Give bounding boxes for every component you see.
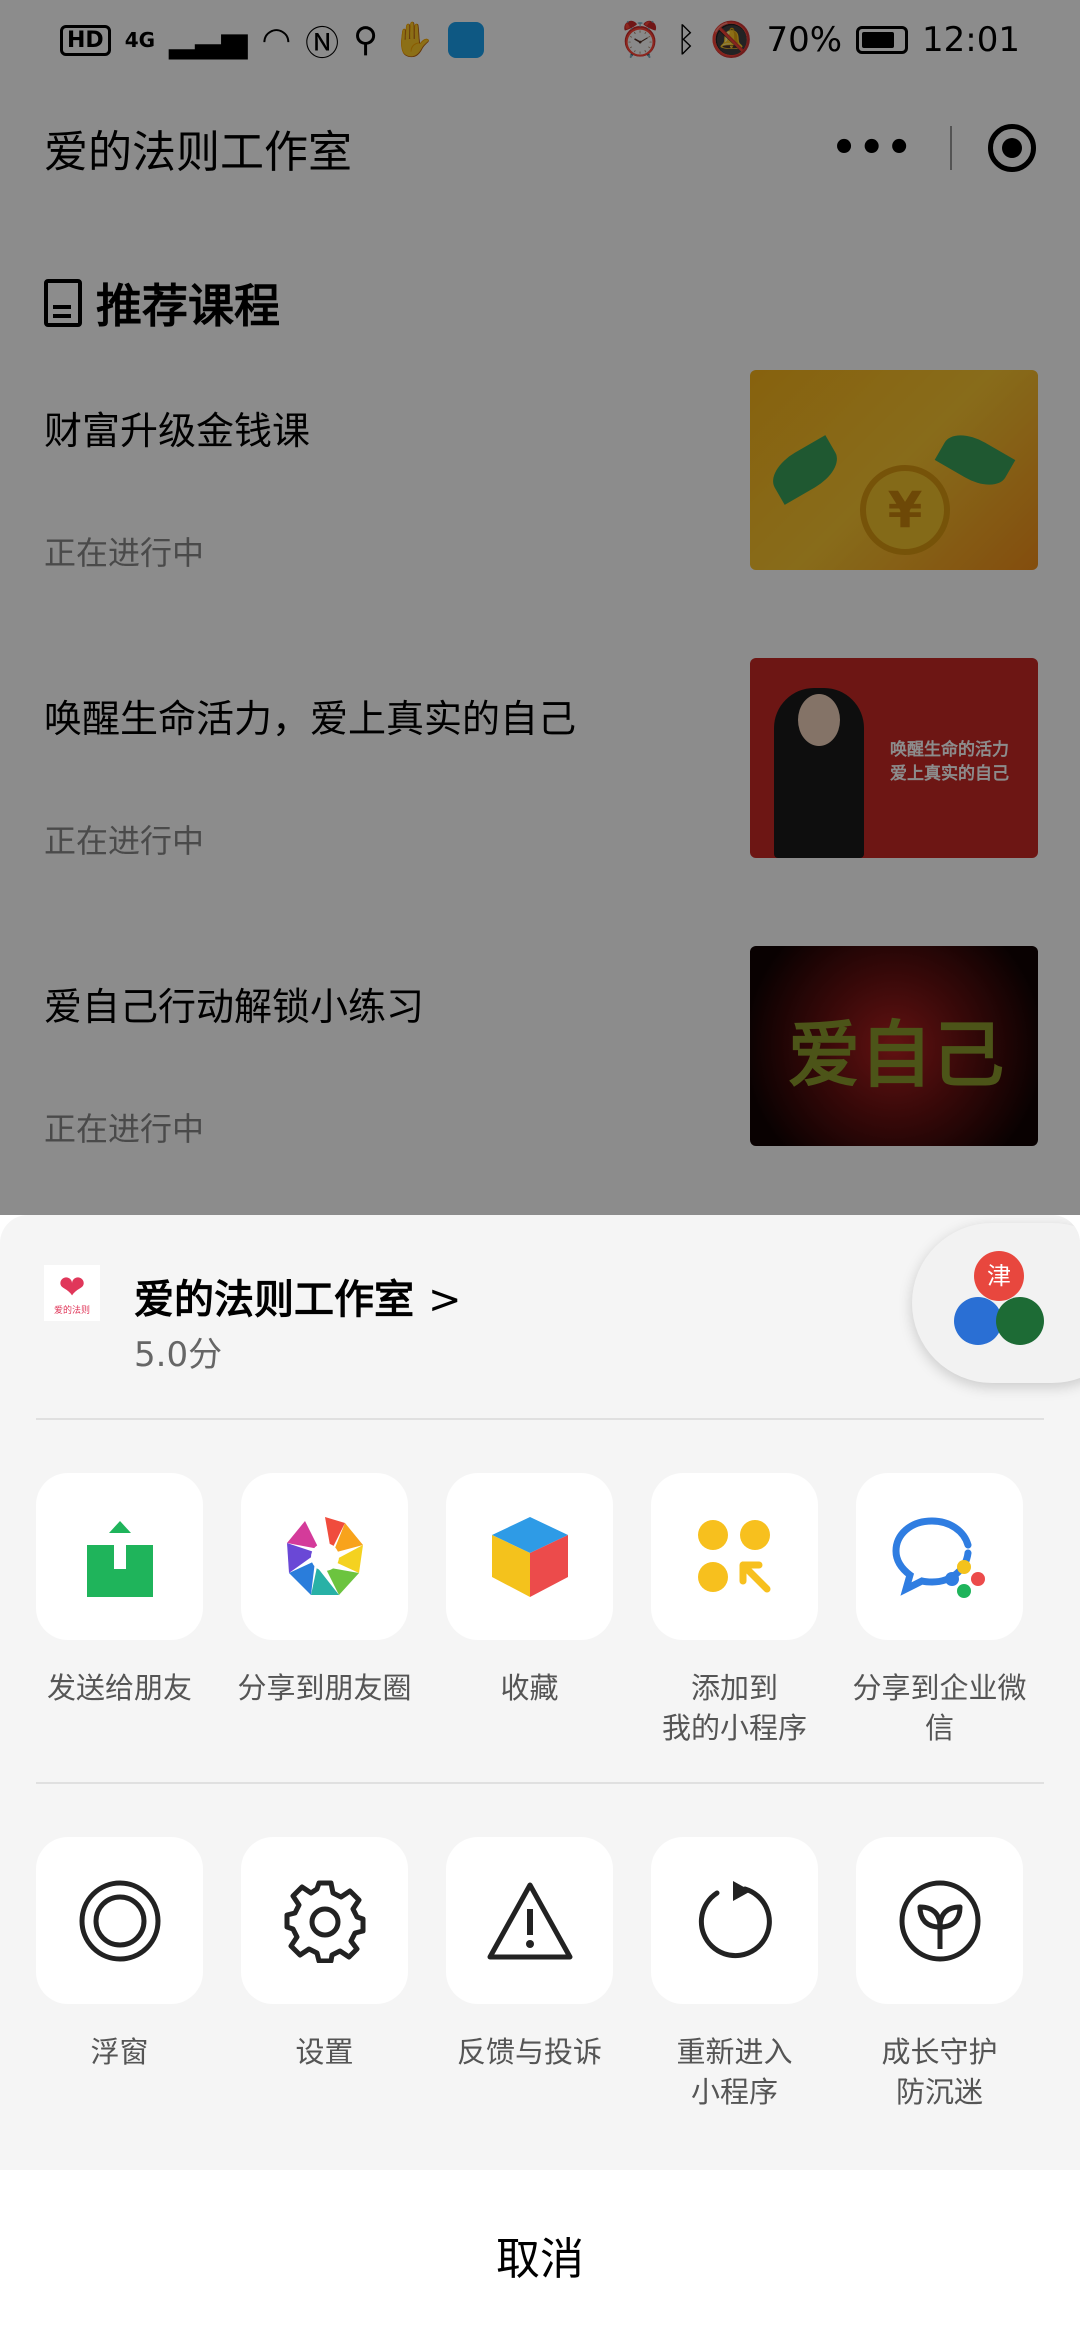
bubble-green-circle bbox=[996, 1297, 1044, 1345]
modal-overlay[interactable] bbox=[0, 0, 1080, 1215]
action-icon-box bbox=[36, 1473, 203, 1640]
app-logo: ❤ 爱的法则 bbox=[44, 1265, 100, 1321]
action-label: 设置 bbox=[295, 2035, 354, 2069]
action-icon-box bbox=[856, 1837, 1023, 2004]
share-to-wecom-button[interactable]: 分享到企业微信 bbox=[852, 1473, 1027, 1748]
send-to-friend-button[interactable]: 发送给朋友 bbox=[36, 1473, 203, 1748]
wecom-icon bbox=[891, 1517, 985, 1598]
feedback-complaint-button[interactable]: 反馈与投诉 bbox=[446, 1837, 613, 2112]
favorite-icon bbox=[491, 1516, 568, 1597]
reload-icon bbox=[698, 1880, 772, 1958]
divider bbox=[36, 1418, 1044, 1420]
add-to-my-miniprogram-button[interactable]: 添加到 我的小程序 bbox=[651, 1473, 818, 1748]
float-window-button[interactable]: 浮窗 bbox=[36, 1837, 203, 2112]
action-label: 反馈与投诉 bbox=[456, 2035, 602, 2069]
share-action-sheet: ❤ 爱的法则 爱的法则工作室 > 5.0分 津 发送给朋友 分享到朋友圈 收藏 … bbox=[0, 1215, 1080, 2340]
sprout-icon bbox=[899, 1880, 980, 1961]
action-icon-box bbox=[651, 1837, 818, 2004]
moments-icon bbox=[284, 1516, 365, 1597]
favorite-button[interactable]: 收藏 bbox=[446, 1473, 613, 1748]
app-name-text: 爱的法则工作室 bbox=[134, 1277, 414, 1323]
bubble-red-circle: 津 bbox=[974, 1251, 1024, 1301]
bubble-blue-circle bbox=[954, 1297, 1002, 1345]
floating-miniprogram-bubble[interactable]: 津 bbox=[912, 1223, 1080, 1383]
settings-button[interactable]: 设置 bbox=[241, 1837, 408, 2112]
action-icon-box bbox=[856, 1473, 1023, 1640]
divider bbox=[36, 1782, 1044, 1784]
send-to-friend-icon bbox=[86, 1514, 153, 1597]
share-to-moments-button[interactable]: 分享到朋友圈 bbox=[237, 1473, 412, 1748]
cancel-button[interactable]: 取消 bbox=[0, 2170, 1080, 2340]
action-label: 收藏 bbox=[500, 1671, 559, 1705]
action-icon-box bbox=[446, 1473, 613, 1640]
logo-text: 爱的法则 bbox=[53, 1305, 90, 1316]
warning-icon bbox=[487, 1882, 572, 1959]
action-icon-box bbox=[446, 1837, 613, 2004]
reenter-miniprogram-button[interactable]: 重新进入 小程序 bbox=[651, 1837, 818, 2112]
action-label: 分享到朋友圈 bbox=[237, 1671, 412, 1705]
chevron-right-icon: > bbox=[427, 1277, 462, 1323]
action-icon-box bbox=[651, 1473, 818, 1640]
sheet-header[interactable]: ❤ 爱的法则 爱的法则工作室 > 5.0分 津 bbox=[0, 1215, 1080, 1415]
heart-logo-icon: ❤ bbox=[58, 1267, 86, 1306]
app-rating: 5.0分 bbox=[134, 1335, 223, 1375]
anti-addiction-button[interactable]: 成长守护 防沉迷 bbox=[856, 1837, 1023, 2112]
action-label: 添加到 我的小程序 bbox=[661, 1671, 807, 1745]
add-to-my-miniprogram-icon bbox=[697, 1519, 770, 1592]
action-icon-box bbox=[241, 1473, 408, 1640]
action-label: 成长守护 防沉迷 bbox=[881, 2035, 998, 2109]
app-name[interactable]: 爱的法则工作室 > bbox=[134, 1267, 461, 1325]
action-label: 分享到企业微信 bbox=[852, 1671, 1027, 1745]
action-icon-box bbox=[241, 1837, 408, 2004]
utility-actions-row: 浮窗 设置 反馈与投诉 重新进入 小程序 成长守护 防沉迷 bbox=[0, 1837, 1080, 2112]
action-icon-box bbox=[36, 1837, 203, 2004]
float-window-icon bbox=[79, 1880, 160, 1961]
settings-gear-icon bbox=[284, 1880, 365, 1963]
action-label: 发送给朋友 bbox=[46, 1671, 192, 1705]
cancel-label: 取消 bbox=[496, 2234, 584, 2285]
action-label: 重新进入 小程序 bbox=[676, 2035, 793, 2109]
action-label: 浮窗 bbox=[90, 2035, 149, 2069]
share-actions-row: 发送给朋友 分享到朋友圈 收藏 添加到 我的小程序 分享到企业微信 bbox=[0, 1473, 1080, 1748]
